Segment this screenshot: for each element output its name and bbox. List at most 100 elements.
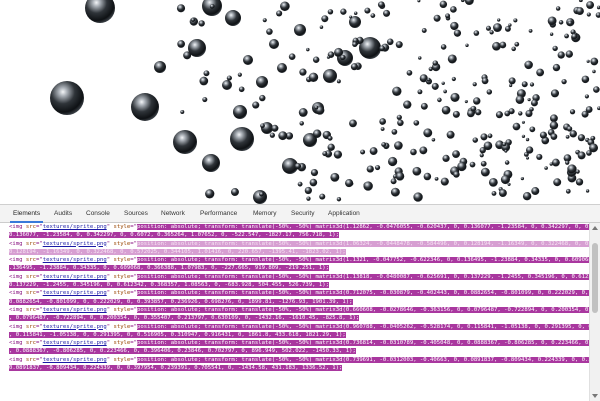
tab-sources[interactable]: Sources — [121, 205, 151, 222]
sphere-particle — [276, 10, 283, 17]
dom-node-img-continuation: 0.137229, -1.2455, 0.345196, 0, 0.612342… — [9, 282, 329, 289]
devtools-tab-bar: Elements Audits Console Sources Network … — [0, 205, 600, 223]
sphere-particle — [336, 79, 341, 84]
dom-node-img[interactable]: <img src="textures/sprite.png" style="po… — [0, 223, 590, 231]
src-link[interactable]: textures/sprite.png — [43, 324, 107, 330]
dom-node-img[interactable]: <img src="textures/sprite.png" style="po… — [0, 356, 590, 364]
sphere-particle — [319, 193, 326, 200]
scroll-thumb[interactable] — [592, 243, 598, 313]
tab-security[interactable]: Security — [288, 205, 317, 222]
tab-memory[interactable]: Memory — [250, 205, 279, 222]
sphere-particle — [312, 129, 322, 139]
sphere-particle — [441, 81, 445, 85]
tab-audits[interactable]: Audits — [51, 205, 75, 222]
sphere-particle — [383, 9, 391, 17]
sphere-particle — [322, 151, 328, 157]
dom-node-img[interactable]: <img src="textures/sprite.png" style="po… — [0, 306, 590, 314]
sphere-particle — [552, 45, 558, 52]
sphere-particle — [230, 127, 254, 151]
src-link[interactable]: textures/sprite.png — [43, 274, 107, 280]
sphere-particle — [423, 172, 432, 181]
elements-dom-tree[interactable]: <img src="textures/sprite.png" style="po… — [0, 223, 590, 401]
src-link[interactable]: textures/sprite.png — [43, 307, 107, 313]
sphere-particle — [306, 47, 310, 52]
src-link[interactable]: textures/sprite.png — [43, 257, 107, 263]
sphere-particle — [180, 109, 185, 114]
sphere-particle — [50, 81, 84, 115]
style-attribute-value: position: absolute; transform: translate… — [137, 240, 590, 247]
sphere-particle — [481, 77, 489, 85]
sphere-particle — [222, 80, 232, 90]
style-attribute-value: position: absolute; transform: translate… — [137, 257, 590, 264]
sphere-particle — [269, 132, 275, 138]
sphere-particle — [326, 55, 331, 59]
sphere-particle — [199, 76, 209, 86]
sphere-particle — [434, 176, 439, 181]
sphere-particle — [549, 32, 554, 36]
sphere-particle — [360, 149, 366, 155]
sphere-particle — [502, 142, 507, 147]
sphere-particle — [260, 123, 265, 129]
sphere-particle — [453, 29, 462, 37]
sphere-particle — [406, 70, 413, 76]
src-link[interactable]: textures/sprite.png — [43, 357, 107, 363]
sphere-particle — [493, 23, 502, 33]
sphere-particle — [131, 93, 159, 121]
sphere-particle — [203, 70, 210, 77]
sphere-particle — [447, 54, 457, 64]
sphere-particle — [271, 124, 279, 132]
sphere-particle — [565, 134, 570, 139]
sphere-particle — [581, 110, 589, 118]
sphere-particle — [205, 189, 215, 199]
sphere-particle — [252, 101, 260, 109]
sphere-particle — [565, 160, 570, 165]
sphere-particle — [418, 56, 422, 60]
dom-node-img[interactable]: <img src="textures/sprite.png" style="po… — [0, 289, 590, 297]
dom-node-img[interactable]: <img src="textures/sprite.png" style="po… — [0, 323, 590, 331]
tab-application[interactable]: Application — [325, 205, 363, 222]
sphere-particle — [253, 190, 267, 204]
sphere-particle — [450, 21, 459, 31]
sphere-particle — [475, 109, 482, 116]
sphere-particle — [323, 69, 337, 83]
sphere-particle — [310, 168, 319, 177]
sphere-particle — [440, 177, 449, 186]
src-link[interactable]: textures/sprite.png — [43, 340, 107, 346]
sphere-particle — [561, 78, 567, 85]
sphere-particle — [500, 175, 510, 185]
dom-node-img-continuation: , 0.0796487, -0.722894, 0, 0.200354, 0, … — [9, 315, 360, 322]
webgl-canvas-viewport[interactable] — [0, 0, 600, 204]
sphere-particle — [369, 147, 378, 155]
sphere-particle — [443, 89, 447, 94]
scroll-up-arrow-icon[interactable] — [592, 226, 598, 230]
sphere-particle — [479, 147, 486, 154]
sphere-particle — [198, 20, 205, 27]
sphere-particle — [547, 16, 557, 26]
dom-node-img[interactable]: <img src="textures/sprite.png" style="po… — [0, 273, 590, 281]
sphere-particle — [350, 63, 358, 71]
tab-performance[interactable]: Performance — [197, 205, 240, 222]
src-link[interactable]: textures/sprite.png — [43, 290, 107, 296]
sphere-particle — [578, 0, 583, 3]
tab-network[interactable]: Network — [158, 205, 188, 222]
sphere-particle — [504, 110, 511, 117]
dom-node-img[interactable]: <img src="textures/sprite.png" style="po… — [0, 240, 590, 248]
sphere-particle — [592, 69, 596, 74]
sphere-particle — [330, 172, 340, 182]
dom-node-img[interactable]: <img src="textures/sprite.png" style="po… — [0, 339, 590, 347]
scroll-down-arrow-icon[interactable] — [592, 394, 598, 398]
sphere-particle — [549, 121, 559, 130]
src-link[interactable]: textures/sprite.png — [43, 224, 107, 230]
sphere-particle — [428, 66, 433, 72]
sphere-particle — [230, 188, 239, 197]
tab-elements[interactable]: Elements — [10, 205, 44, 223]
sphere-particle — [552, 63, 561, 72]
tab-console[interactable]: Console — [83, 205, 113, 222]
sphere-particle — [525, 137, 530, 142]
sphere-particle — [595, 12, 600, 18]
dom-node-img[interactable]: <img src="textures/sprite.png" style="po… — [0, 256, 590, 264]
sphere-particle — [499, 41, 507, 49]
vertical-scrollbar[interactable] — [589, 223, 600, 401]
sphere-particle — [266, 28, 273, 35]
src-link[interactable]: textures/sprite.png — [43, 241, 107, 247]
